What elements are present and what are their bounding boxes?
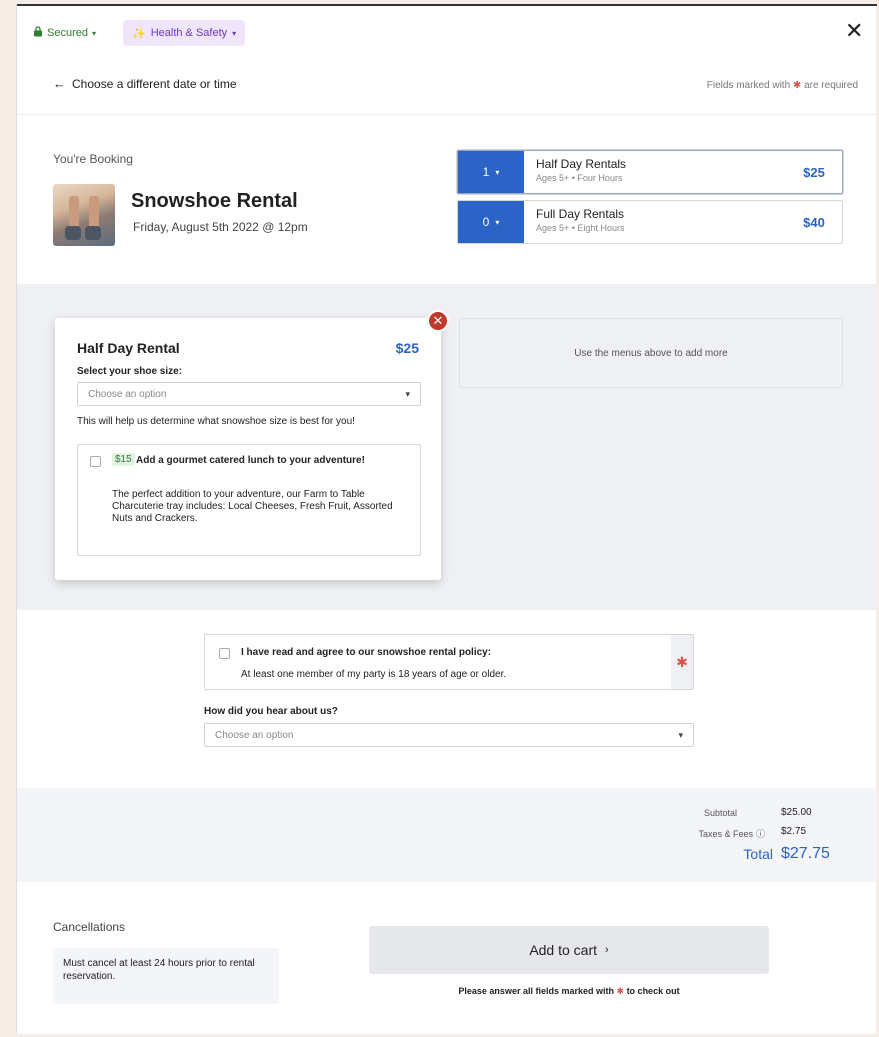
chevron-down-icon: ▾ <box>495 167 500 177</box>
shoe-size-select[interactable]: Choose an option ▾ <box>77 382 421 406</box>
booking-title: Snowshoe Rental <box>131 190 298 212</box>
policy-title: I have read and agree to our snowshoe re… <box>241 647 492 658</box>
add-more-placeholder: Use the menus above to add more <box>459 318 843 388</box>
caret-down-icon: ▾ <box>678 729 683 740</box>
checkout-note-prefix: Please answer all fields marked with <box>458 986 614 996</box>
required-note-prefix: Fields marked with <box>706 80 791 91</box>
policy-agreement: I have read and agree to our snowshoe re… <box>204 634 694 690</box>
quantity-value: 0 <box>482 215 490 229</box>
total-label: Total <box>743 846 773 862</box>
cancellations-title: Cancellations <box>53 920 126 934</box>
addon-description: The perfect addition to your adventure, … <box>112 489 393 524</box>
rental-subtitle: Ages 5+ • Four Hours <box>536 173 623 183</box>
checkout-note-suffix: to check out <box>626 986 680 996</box>
remove-item-icon[interactable]: ✕ <box>427 310 449 332</box>
chevron-down-icon: ▾ <box>495 217 500 227</box>
info-icon[interactable]: ⓘ <box>756 827 765 840</box>
lock-icon <box>33 26 43 40</box>
top-bar: Secured ▾ ✨ Health & Safety ▾ ✕ <box>17 4 877 56</box>
checkout-note: Please answer all fields marked with ✱ t… <box>369 986 769 997</box>
rental-name: Full Day Rentals <box>536 207 625 221</box>
required-star-icon: ✱ <box>616 986 625 996</box>
card-title: Half Day Rental <box>77 340 180 356</box>
addon-price-badge: $15 <box>112 453 135 466</box>
taxes-value: $2.75 <box>781 826 807 837</box>
booking-modal: Secured ▾ ✨ Health & Safety ▾ ✕ ← Choose… <box>16 4 877 1034</box>
health-safety-label: Health & Safety <box>150 27 228 39</box>
add-to-cart-button[interactable]: Add to cart › <box>369 926 769 974</box>
required-note-suffix: are required <box>804 80 858 91</box>
referral-placeholder: Choose an option <box>215 729 294 741</box>
lunch-addon: $15 Add a gourmet catered lunch to your … <box>77 444 421 556</box>
card-price: $25 <box>395 340 419 356</box>
health-safety-dropdown[interactable]: ✨ Health & Safety ▾ <box>123 20 246 46</box>
chevron-down-icon: ▾ <box>91 28 96 38</box>
back-link[interactable]: ← Choose a different date or time <box>53 76 237 91</box>
policy-statement: At least one member of my party is 18 ye… <box>241 669 507 680</box>
caret-down-icon: ▾ <box>405 388 410 399</box>
booking-label: You're Booking <box>53 152 133 166</box>
shoe-size-label: Select your shoe size: <box>77 366 183 377</box>
chevron-down-icon: ▾ <box>232 28 237 38</box>
required-note: Fields marked with ✱ are required <box>707 80 858 91</box>
shoe-size-help: This will help us determine what snowsho… <box>77 416 355 427</box>
required-star-icon: ✱ <box>671 635 693 689</box>
half-day-rental-card: Half Day Rental $25 Select your shoe siz… <box>55 318 441 580</box>
secured-label: Secured <box>47 27 88 39</box>
subtotal-value: $25.00 <box>781 807 812 818</box>
rental-name: Half Day Rentals <box>536 157 627 171</box>
add-to-cart-label: Add to cart <box>529 942 598 958</box>
arrow-left-icon: ← <box>53 76 66 91</box>
snowshoe-thumbnail <box>53 184 115 246</box>
sparkle-icon: ✨ <box>132 27 146 40</box>
quantity-select-full-day[interactable]: 0 ▾ <box>458 201 524 243</box>
divider <box>17 114 877 115</box>
total-value: $27.75 <box>781 845 830 862</box>
close-icon[interactable]: ✕ <box>845 18 863 44</box>
referral-label: How did you hear about us? <box>204 706 338 717</box>
chevron-right-icon: › <box>605 944 609 956</box>
required-star-icon: ✱ <box>792 80 802 91</box>
rental-option-half-day: 1 ▾ Half Day Rentals Ages 5+ • Four Hour… <box>457 150 843 194</box>
cancellation-policy: Must cancel at least 24 hours prior to r… <box>53 948 279 1004</box>
rental-option-full-day: 0 ▾ Full Day Rentals Ages 5+ • Eight Hou… <box>457 200 843 244</box>
secured-dropdown[interactable]: Secured ▾ <box>33 22 96 44</box>
rental-price: $40 <box>803 214 825 230</box>
back-link-label: Choose a different date or time <box>72 76 237 91</box>
rental-info: Full Day Rentals Ages 5+ • Eight Hours <box>524 201 786 243</box>
shoe-size-placeholder: Choose an option <box>88 388 167 400</box>
referral-select[interactable]: Choose an option ▾ <box>204 723 694 747</box>
booking-date: Friday, August 5th 2022 @ 12pm <box>133 220 308 234</box>
rental-subtitle: Ages 5+ • Eight Hours <box>536 223 625 233</box>
rental-info: Half Day Rentals Ages 5+ • Four Hours <box>524 151 786 193</box>
taxes-row: Taxes & Fees ⓘ <box>617 827 765 840</box>
taxes-label: Taxes & Fees <box>698 828 753 839</box>
rental-price: $25 <box>803 164 825 180</box>
quantity-value: 1 <box>482 165 490 179</box>
quantity-select-half-day[interactable]: 1 ▾ <box>458 151 524 193</box>
policy-checkbox[interactable] <box>219 648 230 659</box>
addon-title: Add a gourmet catered lunch to your adve… <box>136 455 365 466</box>
subtotal-label: Subtotal <box>703 808 737 818</box>
lunch-addon-checkbox[interactable] <box>90 456 101 467</box>
